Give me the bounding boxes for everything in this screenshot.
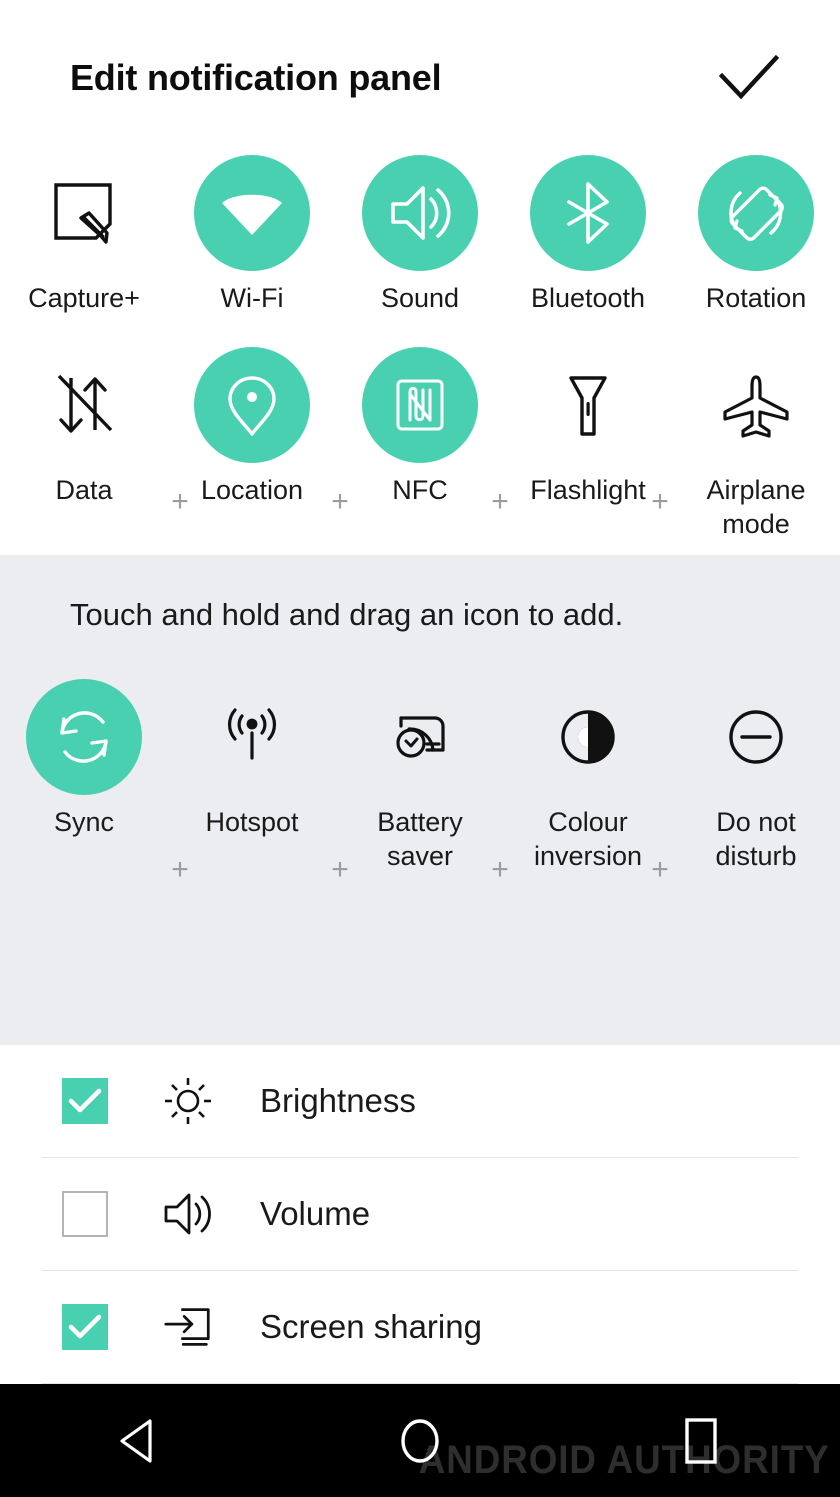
tile-sound[interactable]: Sound [336, 155, 504, 315]
recents-icon [673, 1412, 727, 1470]
back-icon [114, 1413, 166, 1469]
bluetooth-icon [551, 176, 625, 250]
tile-icon-wrapper [698, 679, 814, 795]
tile-icon-wrapper [530, 155, 646, 271]
nav-home-button[interactable] [375, 1396, 465, 1486]
tile-capture-plus[interactable]: Capture+ [0, 155, 168, 315]
list-item-brightness[interactable]: Brightness [42, 1045, 798, 1158]
screen-header: Edit notification panel [0, 0, 840, 155]
tile-label: Flashlight [530, 473, 646, 507]
active-toggle-row-1: Capture+ Wi-Fi Sound [0, 155, 840, 315]
tile-label: Airplane mode [681, 473, 831, 541]
location-pin-icon [215, 368, 289, 442]
brightness-icon [160, 1073, 216, 1129]
tile-battery-saver[interactable]: Battery saver [336, 679, 504, 873]
mobile-data-off-icon [47, 368, 121, 442]
nav-back-button[interactable] [95, 1396, 185, 1486]
sound-icon [383, 176, 457, 250]
tile-icon-wrapper [530, 679, 646, 795]
tile-label: Bluetooth [531, 281, 645, 315]
tile-icon-wrapper [530, 347, 646, 463]
flashlight-icon [551, 368, 625, 442]
list-item-volume[interactable]: Volume [42, 1158, 798, 1271]
done-button[interactable] [714, 43, 784, 113]
tile-do-not-disturb[interactable]: Do not disturb [672, 679, 840, 873]
tile-icon-wrapper [362, 155, 478, 271]
capture-plus-icon [47, 176, 121, 250]
tile-label: Do not disturb [681, 805, 831, 873]
nfc-icon [383, 368, 457, 442]
wifi-icon [214, 175, 290, 251]
tile-airplane-mode[interactable]: Airplane mode [672, 347, 840, 541]
tile-icon-wrapper [698, 155, 814, 271]
drag-hint-text: Touch and hold and drag an icon to add. [0, 595, 840, 635]
active-toggles-area: Capture+ Wi-Fi Sound [0, 155, 840, 555]
available-toggles-area: Touch and hold and drag an icon to add. … [0, 555, 840, 1045]
list-item-label: Brightness [260, 1082, 416, 1120]
tile-icon-wrapper [194, 155, 310, 271]
settings-list: Brightness Volume [0, 1045, 840, 1384]
tile-icon-wrapper [362, 347, 478, 463]
tile-icon-wrapper [698, 347, 814, 463]
tile-icon-wrapper [26, 155, 142, 271]
available-toggle-grid: Sync Hotspot [0, 679, 840, 873]
available-toggle-row: Sync Hotspot [0, 679, 840, 873]
page-title: Edit notification panel [70, 60, 714, 96]
tile-data[interactable]: Data [0, 347, 168, 541]
tile-nfc[interactable]: NFC [336, 347, 504, 541]
home-icon [392, 1412, 448, 1470]
tile-label: Colour inversion [513, 805, 663, 873]
battery-saver-icon [383, 700, 457, 774]
tile-label: Sound [381, 281, 459, 315]
tile-icon-wrapper [26, 679, 142, 795]
tile-icon-wrapper [194, 347, 310, 463]
screen-sharing-checkbox[interactable] [62, 1304, 108, 1350]
tile-rotation[interactable]: Rotation [672, 155, 840, 315]
tile-label: Battery saver [345, 805, 495, 873]
airplane-icon [717, 368, 795, 442]
nav-recents-button[interactable] [655, 1396, 745, 1486]
tile-bluetooth[interactable]: Bluetooth [504, 155, 672, 315]
edit-notification-panel-screen: Edit notification panel Capture+ [0, 0, 840, 1493]
volume-checkbox[interactable] [62, 1191, 108, 1237]
tile-label: Data [55, 473, 112, 507]
tile-wifi[interactable]: Wi-Fi [168, 155, 336, 315]
check-icon [68, 1314, 102, 1340]
list-item-screen-sharing[interactable]: Screen sharing [42, 1271, 798, 1384]
active-toggle-row-2: Data Location [0, 347, 840, 541]
tile-flashlight[interactable]: Flashlight [504, 347, 672, 541]
tile-label: Capture+ [28, 281, 140, 315]
rotation-icon [718, 175, 794, 251]
tile-colour-inversion[interactable]: Colour inversion [504, 679, 672, 873]
volume-icon [160, 1186, 216, 1242]
tile-label: NFC [392, 473, 448, 507]
tile-label: Wi-Fi [221, 281, 284, 315]
android-navigation-bar: ANDROID AUTHORITY [0, 1384, 840, 1497]
list-item-label: Screen sharing [260, 1308, 482, 1346]
tile-icon-wrapper [26, 347, 142, 463]
tile-label: Location [201, 473, 303, 507]
screen-sharing-icon-wrapper [160, 1299, 216, 1355]
tile-label: Rotation [706, 281, 807, 315]
list-item-label: Volume [260, 1195, 370, 1233]
watermark: ANDROID AUTHORITY [419, 1438, 830, 1483]
check-icon [68, 1088, 102, 1114]
hotspot-icon [215, 700, 289, 774]
colour-inversion-icon [551, 700, 625, 774]
tile-icon-wrapper [194, 679, 310, 795]
tile-sync[interactable]: Sync [0, 679, 168, 873]
brightness-icon-wrapper [160, 1073, 216, 1129]
screen-sharing-icon [160, 1299, 216, 1355]
do-not-disturb-icon [719, 700, 793, 774]
brightness-checkbox[interactable] [62, 1078, 108, 1124]
volume-icon-wrapper [160, 1186, 216, 1242]
tile-hotspot[interactable]: Hotspot [168, 679, 336, 873]
check-icon [718, 54, 780, 102]
tile-label: Sync [54, 805, 114, 839]
sync-icon [47, 700, 121, 774]
tile-location[interactable]: Location [168, 347, 336, 541]
tile-label: Hotspot [205, 805, 298, 839]
tile-icon-wrapper [362, 679, 478, 795]
